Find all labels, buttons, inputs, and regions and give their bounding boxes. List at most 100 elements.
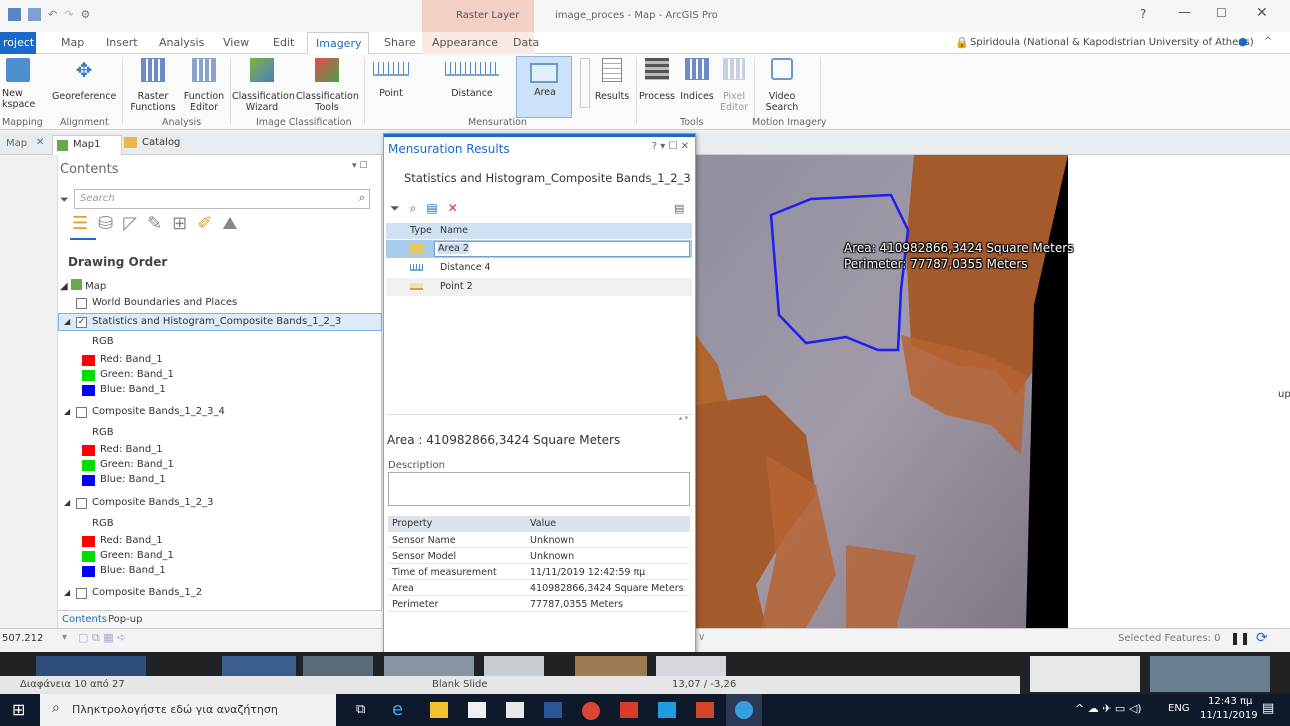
search-icon[interactable]: ⌕	[359, 191, 365, 205]
red-swatch[interactable]	[82, 445, 95, 456]
process-button[interactable]: Process	[638, 58, 676, 118]
slide-thumbnail[interactable]	[1030, 656, 1140, 692]
list-by-labeling-icon[interactable]: ✐	[197, 213, 212, 235]
blue-swatch[interactable]	[82, 385, 95, 396]
arcgis-taskbar-item[interactable]	[726, 694, 762, 726]
chevron-down-icon[interactable]: ▾	[62, 632, 67, 643]
chevron-down-icon[interactable]: ∨	[698, 632, 705, 643]
pause-icon[interactable]: ❚❚	[1230, 631, 1250, 645]
expand-icon[interactable]: ◢	[64, 498, 70, 507]
word-icon[interactable]	[544, 702, 562, 718]
column-name[interactable]: Name	[440, 225, 468, 236]
list-by-editing-icon[interactable]: ✎	[147, 213, 162, 235]
list-by-drawing-order-icon[interactable]: ☰	[72, 213, 88, 235]
save-icon[interactable]	[8, 8, 21, 21]
slide-thumbnail[interactable]	[575, 656, 647, 676]
save-as-icon[interactable]	[28, 8, 41, 21]
layer-name[interactable]: Composite Bands_1_2_3_4	[92, 406, 225, 417]
georeference-button[interactable]: ✥ Georeference	[52, 58, 116, 118]
classification-tools-button[interactable]: Classification Tools	[296, 58, 359, 118]
new-workspace-button[interactable]: New kspace	[2, 58, 36, 118]
green-swatch[interactable]	[82, 370, 95, 381]
layer-visibility-checkbox[interactable]: ✓	[76, 317, 87, 328]
gallery-scroll[interactable]	[580, 58, 590, 108]
undo-icon[interactable]: ↶	[48, 8, 57, 21]
slide-thumbnail[interactable]	[222, 656, 296, 676]
tab-project[interactable]: roject	[0, 32, 36, 54]
selected-features[interactable]: Selected Features: 0	[1118, 633, 1220, 644]
value-column[interactable]: Value	[530, 518, 556, 529]
zoom-to-icon[interactable]: ⌕	[410, 201, 417, 216]
store-icon[interactable]	[468, 702, 486, 718]
classification-wizard-button[interactable]: Classification Wizard	[232, 58, 295, 118]
column-type[interactable]: Type	[410, 225, 432, 236]
dialog-window-controls[interactable]: ? ▾ ☐ ✕	[652, 141, 689, 152]
expand-icon[interactable]: ◢	[64, 317, 70, 326]
help-button[interactable]: ?	[1140, 7, 1146, 21]
red-swatch[interactable]	[82, 536, 95, 547]
filter-icon[interactable]: ⏷	[60, 193, 69, 207]
pixel-editor-button[interactable]: Pixel Editor	[716, 58, 752, 118]
green-swatch[interactable]	[82, 460, 95, 471]
slide-thumbnail[interactable]	[36, 656, 146, 676]
point-button[interactable]: Point	[368, 58, 414, 114]
scale-value[interactable]: 507.212	[2, 633, 43, 644]
notifications-icon[interactable]: ▤	[1262, 701, 1274, 716]
collapse-ribbon-icon[interactable]: ^	[1264, 36, 1272, 47]
edge-icon[interactable]: e	[392, 700, 412, 720]
settings-icon[interactable]: ⚙	[80, 8, 90, 21]
task-view-icon[interactable]: ⧉	[356, 702, 365, 717]
map-view[interactable]: Area: 410982866,3424 Square Meters Perim…	[696, 155, 1290, 628]
results-button[interactable]: Results	[594, 58, 630, 118]
save-icon[interactable]: ▤	[426, 201, 437, 216]
slide-thumbnail[interactable]	[384, 656, 474, 676]
taskbar-search-box[interactable]: ⌕ Πληκτρολογήστε εδώ για αναζήτηση	[40, 694, 336, 726]
maximize-button[interactable]: ☐	[1216, 6, 1227, 20]
function-editor-button[interactable]: Function Editor	[180, 58, 228, 118]
tab-appearance[interactable]: Appearance	[432, 36, 498, 49]
mail-icon[interactable]	[506, 702, 524, 718]
app-icon[interactable]	[658, 702, 676, 718]
indices-button[interactable]: Indices	[678, 58, 716, 118]
blue-swatch[interactable]	[82, 566, 95, 577]
tab-map[interactable]: Map	[61, 36, 84, 49]
pane-menu-icon[interactable]: ▾ ☐	[352, 161, 367, 171]
layer-name[interactable]: Statistics and Histogram_Composite Bands…	[92, 316, 341, 327]
doc-tab-map1[interactable]: Map1	[52, 135, 122, 155]
red-swatch[interactable]	[82, 355, 95, 366]
tab-imagery[interactable]: Imagery	[307, 32, 369, 54]
property-column[interactable]: Property	[392, 518, 432, 529]
list-by-selection-icon[interactable]: ◸	[123, 213, 137, 235]
close-icon[interactable]: ✕	[36, 137, 44, 148]
close-button[interactable]: ✕	[1256, 5, 1268, 21]
slide-thumbnail[interactable]	[484, 656, 544, 676]
tab-insert[interactable]: Insert	[106, 36, 138, 49]
layer-name[interactable]: Composite Bands_1_2	[92, 587, 202, 598]
doc-tab-catalog[interactable]: Catalog	[142, 137, 180, 148]
layer-visibility-checkbox[interactable]	[76, 407, 87, 418]
slide-thumbnail[interactable]	[656, 656, 726, 676]
tab-share[interactable]: Share	[384, 36, 416, 49]
table-row[interactable]: Area 2	[386, 240, 692, 258]
tab-view[interactable]: View	[223, 36, 249, 49]
list-by-source-icon[interactable]: ⛁	[98, 213, 113, 235]
expand-icon[interactable]: ◢	[64, 407, 70, 416]
splitter[interactable]: ▴ ▾	[386, 414, 692, 424]
dialog-title-bar[interactable]: Mensuration Results ? ▾ ☐ ✕	[384, 134, 695, 160]
signed-in-user[interactable]: Spiridoula (National & Kapodistrian Univ…	[970, 37, 1254, 48]
clock-time[interactable]: 12:43 πμ	[1208, 696, 1252, 707]
slide-thumbnail[interactable]	[1150, 656, 1270, 692]
blue-swatch[interactable]	[82, 475, 95, 486]
list-by-perspective-icon[interactable]: ⛰	[222, 213, 237, 235]
table-options-icon[interactable]: ▤	[674, 202, 684, 215]
delete-icon[interactable]: ✕	[448, 201, 458, 216]
row-name-editor[interactable]: Area 2	[434, 241, 690, 257]
tab-edit[interactable]: Edit	[273, 36, 294, 49]
redo-icon[interactable]: ↷	[64, 8, 73, 21]
layer-name[interactable]: World Boundaries and Places	[92, 297, 237, 308]
notification-icon[interactable]: ●	[1238, 35, 1248, 48]
raster-functions-button[interactable]: Raster Functions	[128, 58, 178, 118]
table-row[interactable]: Distance 4	[386, 259, 692, 277]
clock-date[interactable]: 11/11/2019	[1200, 710, 1258, 721]
expand-icon[interactable]: ◢	[64, 588, 70, 597]
